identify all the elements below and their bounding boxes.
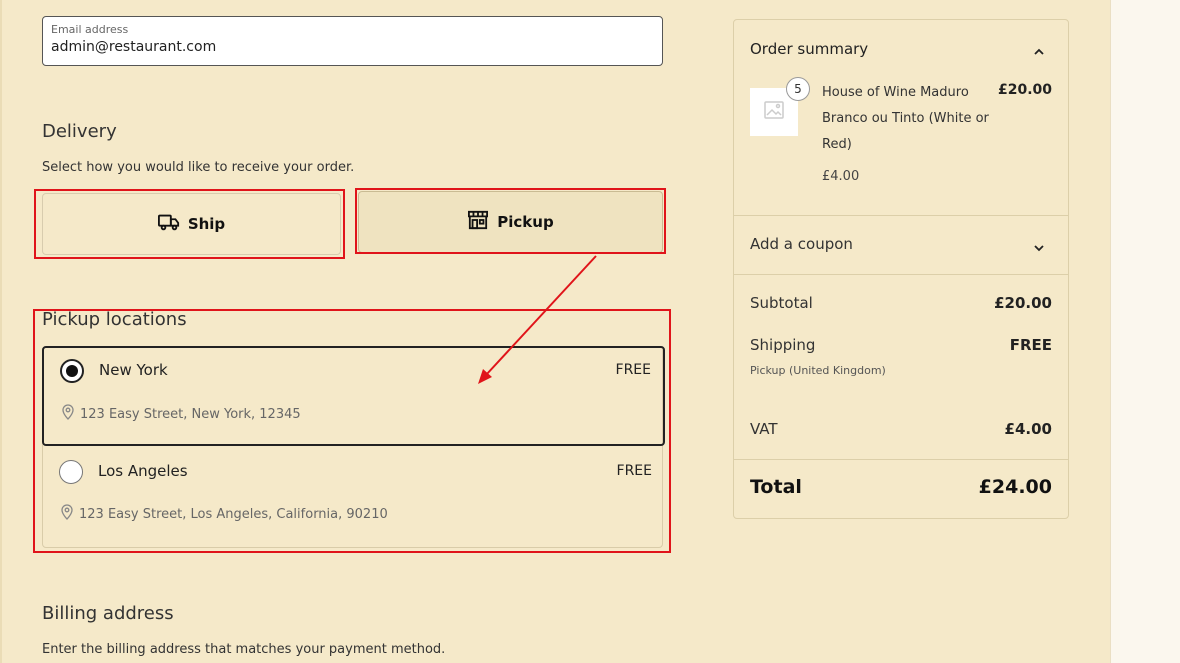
total-label: Total [750,476,802,498]
delivery-title: Delivery [42,121,117,142]
store-icon [467,210,489,234]
map-pin-icon [59,504,75,524]
location-name: Los Angeles [98,462,188,480]
radio-los-angeles[interactable] [59,460,83,484]
quantity-badge: 5 [786,77,810,101]
location-name: New York [99,361,168,379]
product-name: House of Wine Maduro Branco ou Tinto (Wh… [822,85,989,152]
location-price: FREE [615,362,651,378]
divider [734,215,1068,216]
location-address-row: 123 Easy Street, New York, 12345 [60,404,301,424]
location-price: FREE [616,463,652,479]
left-border [0,0,2,663]
pickup-locations-list: New York FREE 123 Easy Street, New York,… [42,346,665,548]
chevron-up-icon[interactable] [1032,44,1046,58]
pickup-button[interactable]: Pickup [358,191,663,253]
delivery-description: Select how you would like to receive you… [42,160,355,175]
radio-new-york[interactable] [60,359,84,383]
order-summary-title: Order summary [750,40,869,58]
ship-button[interactable]: Ship [42,193,341,255]
chevron-down-icon[interactable] [1032,240,1046,254]
location-los-angeles[interactable]: Los Angeles FREE 123 Easy Street, Los An… [43,447,664,548]
truck-icon [157,212,180,236]
image-placeholder-icon [764,101,784,123]
divider [734,274,1068,275]
page-gutter [1110,0,1180,663]
total-value: £24.00 [978,476,1052,498]
billing-title: Billing address [42,603,174,624]
subtotal-label: Subtotal [750,294,813,312]
product-unit-price: £4.00 [822,169,860,184]
pickup-label: Pickup [497,213,554,231]
add-coupon-toggle[interactable]: Add a coupon [750,235,853,253]
shipping-value: FREE [1009,336,1052,354]
location-address-row: 123 Easy Street, Los Angeles, California… [59,504,388,524]
map-pin-icon [60,404,76,424]
location-address: 123 Easy Street, New York, 12345 [80,406,301,422]
email-label: Email address [51,23,129,36]
product-total: £20.00 [997,82,1052,98]
vat-label: VAT [750,420,778,438]
shipping-method: Pickup (United Kingdom) [750,364,886,377]
vat-value: £4.00 [1004,420,1052,438]
location-new-york[interactable]: New York FREE 123 Easy Street, New York,… [42,346,665,446]
shipping-label: Shipping [750,336,816,354]
email-value[interactable]: admin@restaurant.com [51,39,654,55]
email-field[interactable]: Email address admin@restaurant.com [42,16,663,66]
location-address: 123 Easy Street, Los Angeles, California… [79,506,388,522]
divider [734,459,1068,460]
pickup-locations-title: Pickup locations [42,309,187,330]
ship-label: Ship [187,215,226,233]
subtotal-value: £20.00 [994,294,1052,312]
billing-description: Enter the billing address that matches y… [42,642,446,657]
order-summary: Order summary 5 House of Wine Maduro Bra… [733,19,1069,519]
